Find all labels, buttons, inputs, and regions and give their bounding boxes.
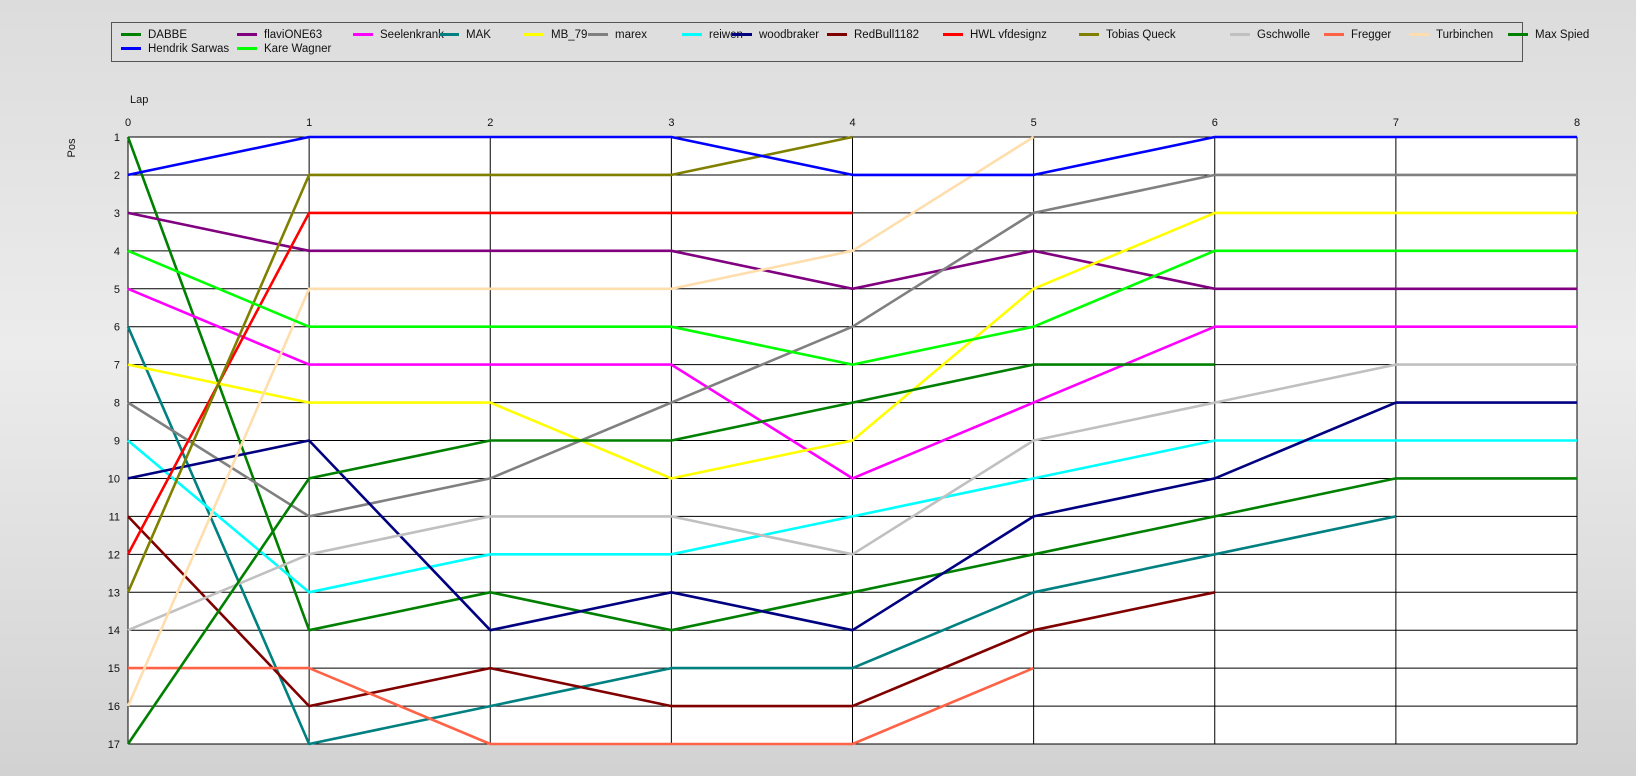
y-tick-label: 11 <box>109 511 120 523</box>
y-tick-label: 1 <box>114 132 120 144</box>
y-tick-label: 3 <box>114 208 120 220</box>
x-tick-label: 3 <box>668 117 674 129</box>
y-tick-label: 12 <box>108 549 120 561</box>
y-tick-label: 13 <box>108 587 120 599</box>
y-tick-label: 7 <box>114 360 120 372</box>
lap-position-chart: 12345678910111213141516170 1 2 3 4 5 6 7 8 Lap P… <box>66 94 1580 751</box>
y-tick-label: 8 <box>114 398 120 410</box>
y-tick-label: 14 <box>108 625 120 637</box>
x-tick-label: 5 <box>1031 117 1037 129</box>
x-tick-label: 0 <box>125 117 131 129</box>
x-tick-label: 4 <box>849 117 855 129</box>
x-tick-label: 6 <box>1212 117 1218 129</box>
y-tick-label: 17 <box>108 739 120 751</box>
y-tick-label: 16 <box>108 701 120 713</box>
y-tick-label: 2 <box>114 170 120 182</box>
y-tick-label: 10 <box>108 473 120 485</box>
x-tick-label: 1 <box>306 117 312 129</box>
y-tick-label: 6 <box>114 322 120 334</box>
x-axis-title: Lap <box>130 94 148 106</box>
y-axis-title: Pos <box>66 138 78 157</box>
x-tick-label: 2 <box>487 117 493 129</box>
y-tick-label: 4 <box>114 246 120 258</box>
y-tick-label: 9 <box>114 436 120 448</box>
x-tick-label: 8 <box>1574 117 1580 129</box>
y-tick-label: 15 <box>108 663 120 675</box>
x-tick-label: 7 <box>1393 117 1399 129</box>
y-tick-label: 5 <box>114 284 120 296</box>
